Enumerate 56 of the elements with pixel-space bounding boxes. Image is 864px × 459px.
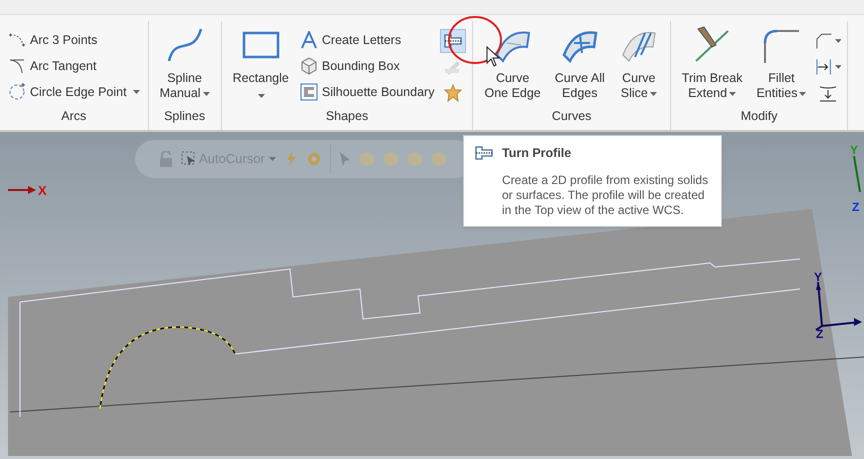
ribbon-button[interactable]: Fillet Entities [751, 21, 812, 101]
silhouette-icon [300, 83, 318, 101]
group-label: Modify [740, 108, 779, 126]
tooltip-description: Create a 2D profile from existing solids or surfaces. The profile will be created in the Top view of the active WCS. [502, 172, 710, 218]
chamfer-icon [815, 32, 833, 50]
caret-icon [834, 65, 842, 69]
cursor-icon [181, 151, 197, 167]
ribbon-button[interactable]: Spline Manual [154, 21, 215, 101]
group-label: Arcs [60, 108, 88, 126]
group-label: Shapes [324, 108, 370, 126]
ribbon-button[interactable]: Arc 3 Points [6, 27, 142, 53]
axis-label: Z [816, 326, 824, 343]
ribbon-button[interactable]: Rectangle [228, 21, 294, 103]
caret-icon [650, 92, 657, 96]
group-label: Curves [550, 108, 592, 126]
axis-label: Z [852, 199, 860, 216]
lock-icon[interactable] [159, 151, 173, 167]
ribbon-button[interactable]: Bounding Box [298, 53, 436, 79]
caret-icon [729, 92, 736, 96]
ribbon-button[interactable]: Trim Break Extend [676, 21, 748, 101]
caret-icon [132, 90, 140, 94]
extend-icon [815, 58, 833, 76]
ribbon-button[interactable]: Arc Tangent [6, 53, 142, 79]
cube-icon [300, 57, 318, 75]
ribbon-button[interactable]: Curve All Edges [550, 21, 610, 101]
arc-tangent-icon [8, 58, 26, 74]
cube-icon[interactable] [382, 151, 399, 167]
x-axis-arrow-icon [8, 186, 36, 194]
cube-icon[interactable] [358, 151, 375, 167]
ribbon-button[interactable]: Circle Edge Point [6, 79, 142, 105]
turn-profile-icon [474, 145, 494, 162]
axis-label: Y [850, 142, 858, 159]
caret-icon [834, 39, 842, 43]
letter-a-icon [300, 31, 318, 49]
group-label: Splines [163, 108, 206, 126]
caret-icon [258, 94, 266, 98]
circle-icon [8, 83, 26, 101]
ribbon-button[interactable]: Curve One Edge [479, 21, 546, 101]
break-icon [819, 84, 838, 102]
caret-icon [268, 157, 276, 161]
ribbon-button[interactable]: Silhouette Boundary [298, 79, 436, 105]
caret-icon [202, 92, 210, 96]
arc-icon [8, 32, 26, 48]
highlight-circle [447, 15, 503, 65]
mouse-pointer-icon [486, 46, 502, 68]
icon-button[interactable] [440, 29, 466, 53]
caret-icon [799, 92, 806, 96]
ribbon-button[interactable]: Curve Slice [614, 21, 664, 101]
turn-profile-icon [443, 33, 464, 49]
cube-icon[interactable] [430, 151, 447, 167]
axis-label: Y [814, 269, 822, 286]
ribbon-button[interactable]: Create Letters [298, 27, 436, 53]
pointer-icon[interactable] [338, 151, 351, 167]
tooltip-title: Turn Profile [502, 145, 572, 162]
axis-label: X [38, 182, 47, 200]
cube-icon[interactable] [406, 151, 423, 167]
